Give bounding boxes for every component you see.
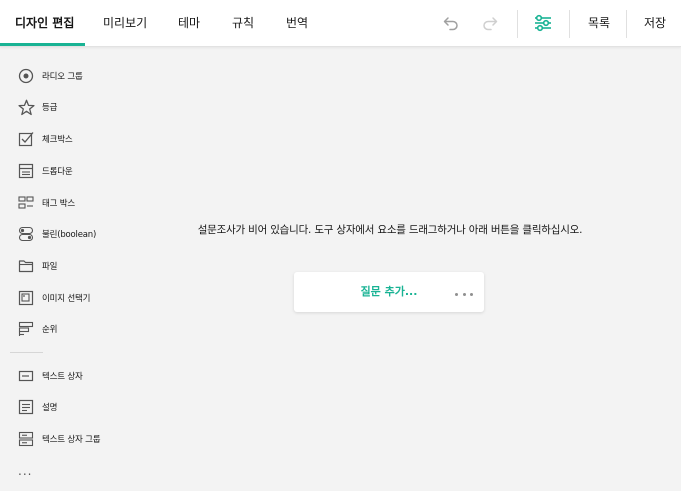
multiple-text-icon (16, 429, 36, 449)
toolbox-item-label: 이미지 선택기 (42, 294, 91, 304)
toolbox-divider (10, 352, 43, 353)
toolbox-item-label: 라디오 그룹 (42, 72, 83, 82)
empty-survey-message: 설문조사가 비어 있습니다. 도구 상자에서 요소를 드래그하거나 아래 버튼을… (197, 224, 583, 236)
active-tab-indicator (0, 43, 85, 46)
toolbox-item-label: 파일 (42, 262, 58, 272)
toolbox-item-comment[interactable]: 설명 (16, 396, 116, 418)
comment-icon (16, 397, 36, 417)
toolbox-item-label: 설명 (42, 403, 58, 413)
tag-box-icon (16, 193, 36, 213)
dropdown-icon (16, 161, 36, 181)
toolbox-item-text[interactable]: 텍스트 상자 (16, 365, 116, 387)
toolbar-divider (517, 10, 518, 38)
tab-translation[interactable]: 번역 (286, 0, 308, 46)
tab-preview[interactable]: 미리보기 (103, 0, 147, 46)
star-icon (16, 97, 36, 117)
text-input-icon (16, 366, 36, 386)
toolbox-more-button[interactable]: ... (18, 464, 32, 478)
folder-icon (16, 256, 36, 276)
top-toolbar: 디자인 편집 미리보기 테마 규칙 번역 목록 저장 (0, 0, 681, 47)
toggle-icon (16, 224, 36, 244)
toolbox-item-ranking[interactable]: 순위 (16, 318, 116, 340)
add-question-card: 질문 추가... (294, 272, 484, 312)
toolbar-divider (569, 10, 570, 38)
toolbox-item-label: 등급 (42, 103, 58, 113)
toolbox-item-dropdown[interactable]: 드롭다운 (16, 160, 116, 182)
toolbox-item-imagepicker[interactable]: 이미지 선택기 (16, 287, 116, 309)
toolbox-item-file[interactable]: 파일 (16, 255, 116, 277)
toolbox-item-label: 텍스트 상자 (42, 372, 83, 382)
toolbox-item-label: 텍스트 상자 그룹 (42, 435, 101, 445)
add-question-button[interactable]: 질문 추가... (294, 272, 484, 312)
toolbox-item-label: 태그 박스 (42, 199, 75, 209)
tab-theme[interactable]: 테마 (178, 0, 200, 46)
toolbox-item-radiogroup[interactable]: 라디오 그룹 (16, 65, 116, 87)
toolbox: 라디오 그룹 등급 체크박스 드롭다운 태그 박스 불린(boolean) 파일… (0, 47, 115, 491)
settings-sliders-icon[interactable] (532, 12, 554, 34)
toolbox-item-boolean[interactable]: 불린(boolean) (16, 223, 116, 245)
toolbox-item-label: 드롭다운 (42, 167, 73, 177)
redo-icon[interactable] (479, 12, 501, 34)
toolbox-item-label: 불린(boolean) (42, 230, 97, 240)
toolbar-divider (626, 10, 627, 38)
undo-icon[interactable] (440, 12, 462, 34)
toolbox-item-label: 순위 (42, 325, 58, 335)
radio-group-icon (16, 66, 36, 86)
toolbox-item-rating[interactable]: 등급 (16, 96, 116, 118)
tab-designer[interactable]: 디자인 편집 (15, 0, 74, 46)
image-picker-icon (16, 288, 36, 308)
ranking-icon (16, 319, 36, 339)
toolbox-item-label: 체크박스 (42, 135, 73, 145)
checkbox-icon (16, 129, 36, 149)
list-button[interactable]: 목록 (588, 0, 610, 46)
more-options-icon[interactable] (455, 293, 473, 297)
toolbox-item-checkbox[interactable]: 체크박스 (16, 128, 116, 150)
toolbox-item-tagbox[interactable]: 태그 박스 (16, 192, 116, 214)
toolbox-item-multipletext[interactable]: 텍스트 상자 그룹 (16, 428, 116, 450)
save-button[interactable]: 저장 (644, 0, 666, 46)
tab-logic[interactable]: 규칙 (232, 0, 254, 46)
